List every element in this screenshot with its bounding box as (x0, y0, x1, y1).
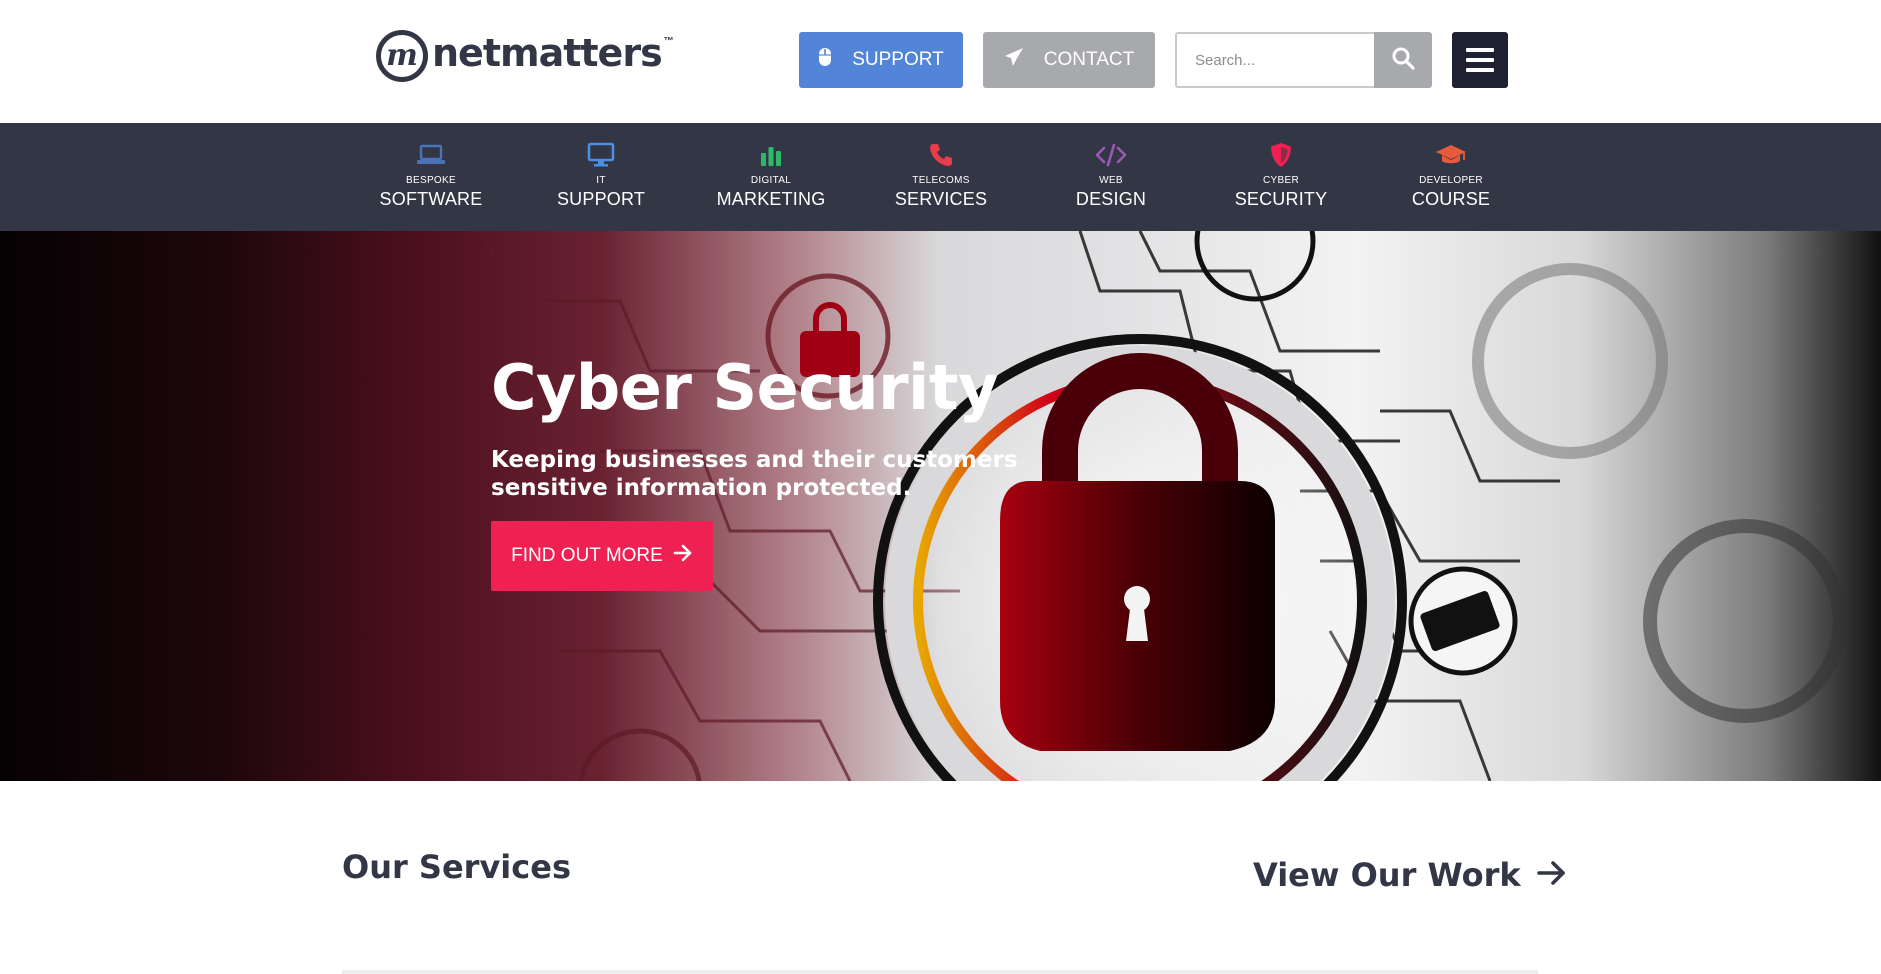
nav-item-small-label: BESPOKE (406, 175, 456, 186)
search-button[interactable] (1374, 32, 1432, 88)
shield-icon (1269, 141, 1293, 169)
logo-text: netmatters (432, 31, 663, 75)
hero-banner: Cyber Security Keeping businesses and th… (0, 231, 1881, 781)
hero-background-image (478, 231, 1847, 781)
netmatters-logo[interactable]: m netmatters ™ (376, 28, 674, 84)
nav-item-cyber-security[interactable]: CYBER SECURITY (1196, 123, 1366, 231)
laptop-icon (416, 141, 446, 169)
site-header: m netmatters ™ SUPPORT CONTACT (0, 0, 1881, 123)
menu-bar (1466, 48, 1494, 52)
services-navbar: BESPOKE SOFTWARE IT SUPPORT DIGITAL MARK… (0, 123, 1881, 231)
logo-mark: m (376, 30, 428, 82)
view-our-work-label: View Our Work (1253, 856, 1521, 894)
support-button[interactable]: SUPPORT (799, 32, 963, 88)
find-out-more-button[interactable]: FIND OUT MORE (491, 521, 713, 591)
support-label: SUPPORT (852, 49, 944, 70)
our-services-heading: Our Services (342, 848, 571, 886)
menu-bar (1466, 68, 1494, 72)
search-icon (1391, 46, 1415, 75)
logo-trademark: ™ (663, 35, 674, 47)
nav-item-label: SOFTWARE (379, 189, 483, 209)
search-input[interactable] (1177, 34, 1375, 86)
nav-item-small-label: WEB (1099, 175, 1123, 186)
view-our-work-link[interactable]: View Our Work (1253, 856, 1567, 894)
nav-item-developer-course[interactable]: DEVELOPER COURSE (1366, 123, 1536, 231)
nav-item-label: DESIGN (1075, 189, 1147, 209)
phone-icon (928, 141, 954, 169)
monitor-icon (587, 141, 615, 169)
contact-label: CONTACT (1043, 49, 1135, 70)
nav-item-small-label: DEVELOPER (1419, 175, 1483, 186)
find-out-more-label: FIND OUT MORE (511, 545, 663, 566)
nav-item-small-label: DIGITAL (750, 175, 792, 186)
search-field[interactable] (1175, 32, 1375, 88)
bar-chart-icon (759, 141, 783, 169)
nav-item-small-label: TELECOMS (912, 175, 970, 186)
mouse-icon (818, 47, 832, 73)
arrow-right-icon (1536, 856, 1567, 894)
hamburger-menu-button[interactable] (1452, 32, 1508, 88)
graduation-cap-icon (1435, 141, 1467, 169)
nav-item-web-design[interactable]: WEB DESIGN (1026, 123, 1196, 231)
hero-title: Cyber Security (491, 351, 998, 424)
nav-item-digital-marketing[interactable]: DIGITAL MARKETING (686, 123, 856, 231)
contact-button[interactable]: CONTACT (983, 32, 1155, 88)
hero-subtitle: Keeping businesses and their customers s… (491, 447, 1018, 501)
section-divider (342, 970, 1538, 974)
arrow-right-icon (673, 544, 693, 568)
menu-bar (1466, 58, 1494, 62)
nav-item-label: COURSE (1411, 189, 1491, 209)
nav-item-small-label: CYBER (1263, 175, 1299, 186)
nav-item-telecoms-services[interactable]: TELECOMS SERVICES (856, 123, 1026, 231)
nav-item-label: SERVICES (894, 189, 988, 209)
nav-item-it-support[interactable]: IT SUPPORT (516, 123, 686, 231)
code-icon (1095, 141, 1127, 169)
nav-item-bespoke-software[interactable]: BESPOKE SOFTWARE (346, 123, 516, 231)
nav-item-label: MARKETING (716, 189, 826, 209)
paper-plane-icon (1004, 47, 1024, 73)
nav-item-label: SECURITY (1234, 189, 1328, 209)
nav-item-small-label: IT (596, 175, 606, 186)
nav-item-label: SUPPORT (556, 189, 646, 209)
